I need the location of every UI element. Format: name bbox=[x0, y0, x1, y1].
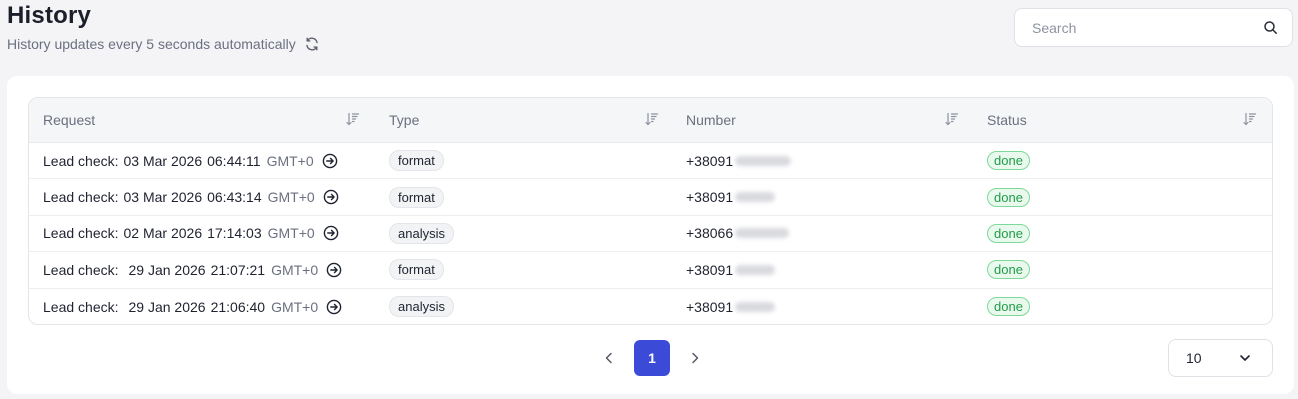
type-cell: analysis bbox=[374, 216, 673, 251]
status-badge: done bbox=[987, 223, 1030, 243]
request-time: 06:44:11 bbox=[207, 152, 261, 169]
request-prefix: Lead check: bbox=[43, 225, 119, 242]
status-badge: done bbox=[987, 297, 1030, 317]
request-timezone: GMT+0 bbox=[271, 261, 319, 278]
table-header: Request Type Number Status bbox=[29, 98, 1272, 143]
column-header-status[interactable]: Status bbox=[974, 98, 1272, 142]
phone-number: +38091 bbox=[686, 261, 734, 278]
open-request-icon[interactable] bbox=[323, 189, 339, 205]
number-cell: +38091 bbox=[673, 252, 974, 287]
open-request-icon[interactable] bbox=[323, 225, 339, 241]
table-row[interactable]: Lead check: 29 Jan 2026 21:07:21 GMT+0 f… bbox=[29, 252, 1272, 289]
request-date: 29 Jan 2026 bbox=[128, 298, 206, 315]
request-timezone: GMT+0 bbox=[266, 152, 314, 169]
request-cell: Lead check: 29 Jan 2026 21:06:40 GMT+0 bbox=[29, 289, 374, 324]
request-time: 17:14:03 bbox=[207, 225, 262, 242]
number-cell: +38091 bbox=[673, 143, 974, 178]
phone-number: +38091 bbox=[686, 189, 734, 206]
status-badge: done bbox=[987, 260, 1030, 280]
request-date: 03 Mar 2026 bbox=[123, 189, 203, 206]
request-timezone: GMT+0 bbox=[267, 225, 315, 242]
sort-icon[interactable] bbox=[1243, 112, 1257, 126]
chevron-down-icon bbox=[1238, 351, 1252, 365]
request-time: 21:07:21 bbox=[210, 261, 266, 278]
subtitle-row: History updates every 5 seconds automati… bbox=[7, 36, 320, 52]
auto-update-note: History updates every 5 seconds automati… bbox=[7, 36, 296, 52]
request-prefix: Lead check: bbox=[43, 298, 119, 315]
redacted-digits bbox=[735, 301, 776, 312]
chevron-left-icon[interactable] bbox=[602, 351, 616, 365]
sort-icon[interactable] bbox=[346, 112, 360, 126]
request-date: 03 Mar 2026 bbox=[123, 152, 203, 169]
redacted-digits bbox=[735, 155, 792, 166]
open-request-icon[interactable] bbox=[322, 153, 338, 169]
request-prefix: Lead check: bbox=[43, 152, 119, 169]
number-cell: +38091 bbox=[673, 179, 974, 214]
phone-number: +38091 bbox=[686, 298, 734, 315]
status-cell: done bbox=[974, 252, 1272, 287]
column-header-type[interactable]: Type bbox=[374, 98, 673, 142]
type-badge: analysis bbox=[389, 222, 454, 244]
rows-per-page-select[interactable]: 10 bbox=[1168, 339, 1273, 377]
request-cell: Lead check: 02 Mar 2026 17:14:03 GMT+0 bbox=[29, 216, 374, 251]
column-label: Status bbox=[987, 112, 1027, 128]
sort-icon[interactable] bbox=[645, 112, 659, 126]
type-cell: analysis bbox=[374, 289, 673, 324]
refresh-icon[interactable] bbox=[304, 36, 320, 52]
request-date: 29 Jan 2026 bbox=[128, 261, 206, 278]
request-prefix: Lead check: bbox=[43, 261, 119, 278]
status-cell: done bbox=[974, 143, 1272, 178]
type-badge: analysis bbox=[389, 296, 454, 318]
chevron-right-icon[interactable] bbox=[688, 351, 702, 365]
number-cell: +38091 bbox=[673, 289, 974, 324]
request-timezone: GMT+0 bbox=[267, 189, 315, 206]
column-label: Type bbox=[389, 112, 420, 128]
redacted-digits bbox=[735, 192, 776, 203]
redacted-digits bbox=[735, 228, 790, 239]
column-label: Number bbox=[686, 112, 736, 128]
status-cell: done bbox=[974, 289, 1272, 324]
pagination: 1 bbox=[602, 340, 702, 376]
request-time: 21:06:40 bbox=[210, 298, 266, 315]
request-cell: Lead check: 29 Jan 2026 21:07:21 GMT+0 bbox=[29, 252, 374, 287]
request-time: 06:43:14 bbox=[207, 189, 262, 206]
request-cell: Lead check: 03 Mar 2026 06:44:11 GMT+0 bbox=[29, 143, 374, 178]
phone-number: +38091 bbox=[686, 152, 734, 169]
status-badge: done bbox=[987, 187, 1030, 207]
search-input[interactable] bbox=[1032, 19, 1263, 36]
phone-number: +38066 bbox=[686, 225, 734, 242]
search-icon[interactable] bbox=[1263, 20, 1278, 35]
history-card: Request Type Number Status Lead check: 0… bbox=[7, 76, 1294, 394]
type-badge: format bbox=[389, 186, 444, 208]
page-button-current[interactable]: 1 bbox=[634, 340, 670, 376]
column-header-number[interactable]: Number bbox=[673, 98, 974, 142]
status-cell: done bbox=[974, 179, 1272, 214]
request-timezone: GMT+0 bbox=[271, 298, 319, 315]
type-badge: format bbox=[389, 150, 444, 172]
table-row[interactable]: Lead check: 02 Mar 2026 17:14:03 GMT+0 a… bbox=[29, 216, 1272, 253]
type-cell: format bbox=[374, 179, 673, 214]
rows-per-page-value: 10 bbox=[1186, 350, 1202, 366]
search-box[interactable] bbox=[1014, 8, 1293, 47]
request-date: 02 Mar 2026 bbox=[123, 225, 203, 242]
request-prefix: Lead check: bbox=[43, 189, 119, 206]
redacted-digits bbox=[735, 264, 776, 275]
status-badge: done bbox=[987, 151, 1030, 171]
status-cell: done bbox=[974, 216, 1272, 251]
type-cell: format bbox=[374, 143, 673, 178]
table-row[interactable]: Lead check: 29 Jan 2026 21:06:40 GMT+0 a… bbox=[29, 289, 1272, 324]
type-badge: format bbox=[389, 259, 444, 281]
page-title: History bbox=[7, 2, 92, 29]
table-row[interactable]: Lead check: 03 Mar 2026 06:44:11 GMT+0 f… bbox=[29, 143, 1272, 180]
column-label: Request bbox=[43, 112, 96, 128]
number-cell: +38066 bbox=[673, 216, 974, 251]
open-request-icon[interactable] bbox=[326, 299, 342, 315]
column-header-request[interactable]: Request bbox=[29, 98, 374, 142]
table-row[interactable]: Lead check: 03 Mar 2026 06:43:14 GMT+0 f… bbox=[29, 179, 1272, 216]
history-table: Request Type Number Status Lead check: 0… bbox=[28, 97, 1273, 325]
type-cell: format bbox=[374, 252, 673, 287]
sort-icon[interactable] bbox=[945, 112, 959, 126]
request-cell: Lead check: 03 Mar 2026 06:43:14 GMT+0 bbox=[29, 179, 374, 214]
open-request-icon[interactable] bbox=[326, 262, 342, 278]
